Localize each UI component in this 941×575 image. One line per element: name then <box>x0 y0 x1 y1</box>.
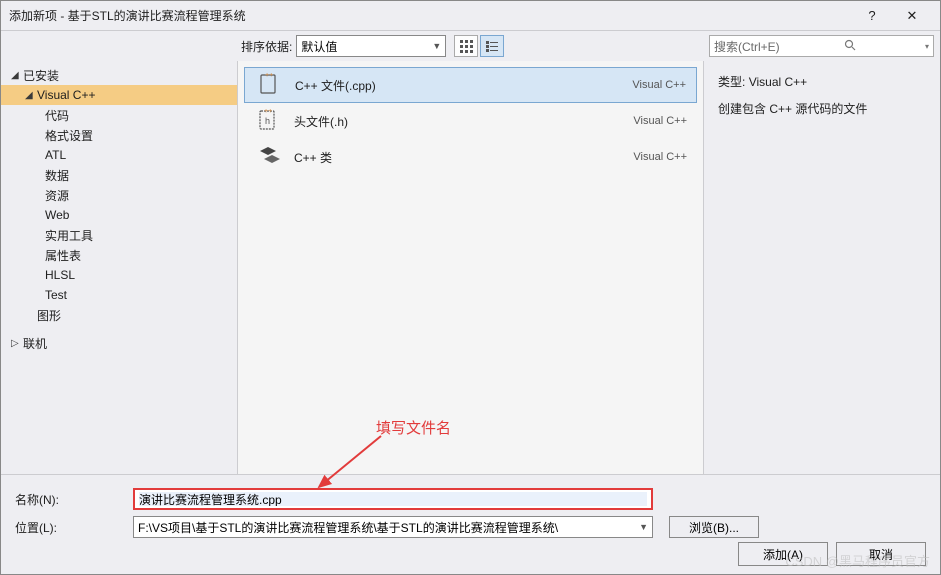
close-button[interactable]: ✕ <box>892 2 932 30</box>
sort-value: 默认值 <box>301 38 337 55</box>
list-item-lang: Visual C++ <box>632 79 686 91</box>
tree-item-hlsl[interactable]: HLSL <box>1 265 237 285</box>
template-list: ++ C++ 文件(.cpp) Visual C++ h++ 头文件(.h) V… <box>237 61 704 474</box>
location-dropdown[interactable]: F:\VS项目\基于STL的演讲比赛流程管理系统\基于STL的演讲比赛流程管理系… <box>133 516 653 538</box>
name-input[interactable] <box>139 492 647 506</box>
search-icon <box>844 39 856 54</box>
name-input-wrapper <box>133 488 653 510</box>
tree-item-online[interactable]: ▷ 联机 <box>1 333 237 353</box>
type-label: 类型: <box>718 75 745 89</box>
type-value: Visual C++ <box>749 75 807 89</box>
list-item-label: 头文件(.h) <box>294 113 633 130</box>
list-icon <box>485 39 499 53</box>
cpp-file-icon: ++ <box>255 71 283 99</box>
tree-item-utils[interactable]: 实用工具 <box>1 225 237 245</box>
tree-item-graphics[interactable]: ◢ 图形 <box>1 305 237 325</box>
list-item-header-file[interactable]: h++ 头文件(.h) Visual C++ <box>244 103 697 139</box>
tree-item-format[interactable]: 格式设置 <box>1 125 237 145</box>
tree-item-installed[interactable]: ◢ 已安装 <box>1 65 237 85</box>
name-label: 名称(N): <box>15 491 133 508</box>
tree-item-web[interactable]: Web <box>1 205 237 225</box>
list-item-cpp-class[interactable]: C++ 类 Visual C++ <box>244 139 697 175</box>
chevron-down-icon: ▼ <box>432 41 441 51</box>
collapse-icon: ◢ <box>25 90 37 101</box>
tree-item-test[interactable]: Test <box>1 285 237 305</box>
sort-dropdown[interactable]: 默认值 ▼ <box>296 35 446 57</box>
browse-button[interactable]: 浏览(B)... <box>669 516 759 538</box>
location-label: 位置(L): <box>15 519 133 536</box>
sort-label: 排序依据: <box>241 38 292 55</box>
search-input[interactable]: 搜索(Ctrl+E) ▾ <box>709 35 934 57</box>
window-title: 添加新项 - 基于STL的演讲比赛流程管理系统 <box>9 7 852 24</box>
tree-item-code[interactable]: 代码 <box>1 105 237 125</box>
titlebar: 添加新项 - 基于STL的演讲比赛流程管理系统 ? ✕ <box>1 1 940 31</box>
svg-text:++: ++ <box>264 109 272 115</box>
cpp-class-icon <box>254 143 282 171</box>
location-value: F:\VS项目\基于STL的演讲比赛流程管理系统\基于STL的演讲比赛流程管理系… <box>138 519 558 536</box>
template-tree: ◢ 已安装 ◢ Visual C++ 代码 格式设置 ATL 数据 资源 Web… <box>1 61 237 474</box>
svg-text:++: ++ <box>265 73 273 79</box>
list-item-label: C++ 文件(.cpp) <box>295 77 632 94</box>
tree-item-props[interactable]: 属性表 <box>1 245 237 265</box>
main-content: ◢ 已安装 ◢ Visual C++ 代码 格式设置 ATL 数据 资源 Web… <box>1 61 940 474</box>
list-item-label: C++ 类 <box>294 149 633 166</box>
search-dropdown-icon[interactable]: ▾ <box>925 42 929 51</box>
svg-text:h: h <box>265 116 270 126</box>
details-panel: 类型: Visual C++ 创建包含 C++ 源代码的文件 <box>704 61 940 474</box>
h-file-icon: h++ <box>254 107 282 135</box>
chevron-down-icon: ▼ <box>639 522 648 532</box>
search-placeholder: 搜索(Ctrl+E) <box>714 38 780 55</box>
list-item-lang: Visual C++ <box>633 151 687 163</box>
tree-item-data[interactable]: 数据 <box>1 165 237 185</box>
expand-icon: ▷ <box>11 338 23 349</box>
help-button[interactable]: ? <box>852 2 892 30</box>
view-small-icons-button[interactable] <box>454 35 478 57</box>
tree-item-resource[interactable]: 资源 <box>1 185 237 205</box>
view-list-button[interactable] <box>480 35 504 57</box>
tree-item-visual-cpp[interactable]: ◢ Visual C++ <box>1 85 237 105</box>
list-item-lang: Visual C++ <box>633 115 687 127</box>
watermark: CSDN @黑马程序员官方 <box>785 551 930 570</box>
collapse-icon: ◢ <box>11 70 23 81</box>
grid-small-icon <box>459 39 473 53</box>
list-item-cpp-file[interactable]: ++ C++ 文件(.cpp) Visual C++ <box>244 67 697 103</box>
tree-item-atl[interactable]: ATL <box>1 145 237 165</box>
template-description: 创建包含 C++ 源代码的文件 <box>718 100 926 117</box>
toolbar: 排序依据: 默认值 ▼ 搜索(Ctrl+E) ▾ <box>1 31 940 61</box>
